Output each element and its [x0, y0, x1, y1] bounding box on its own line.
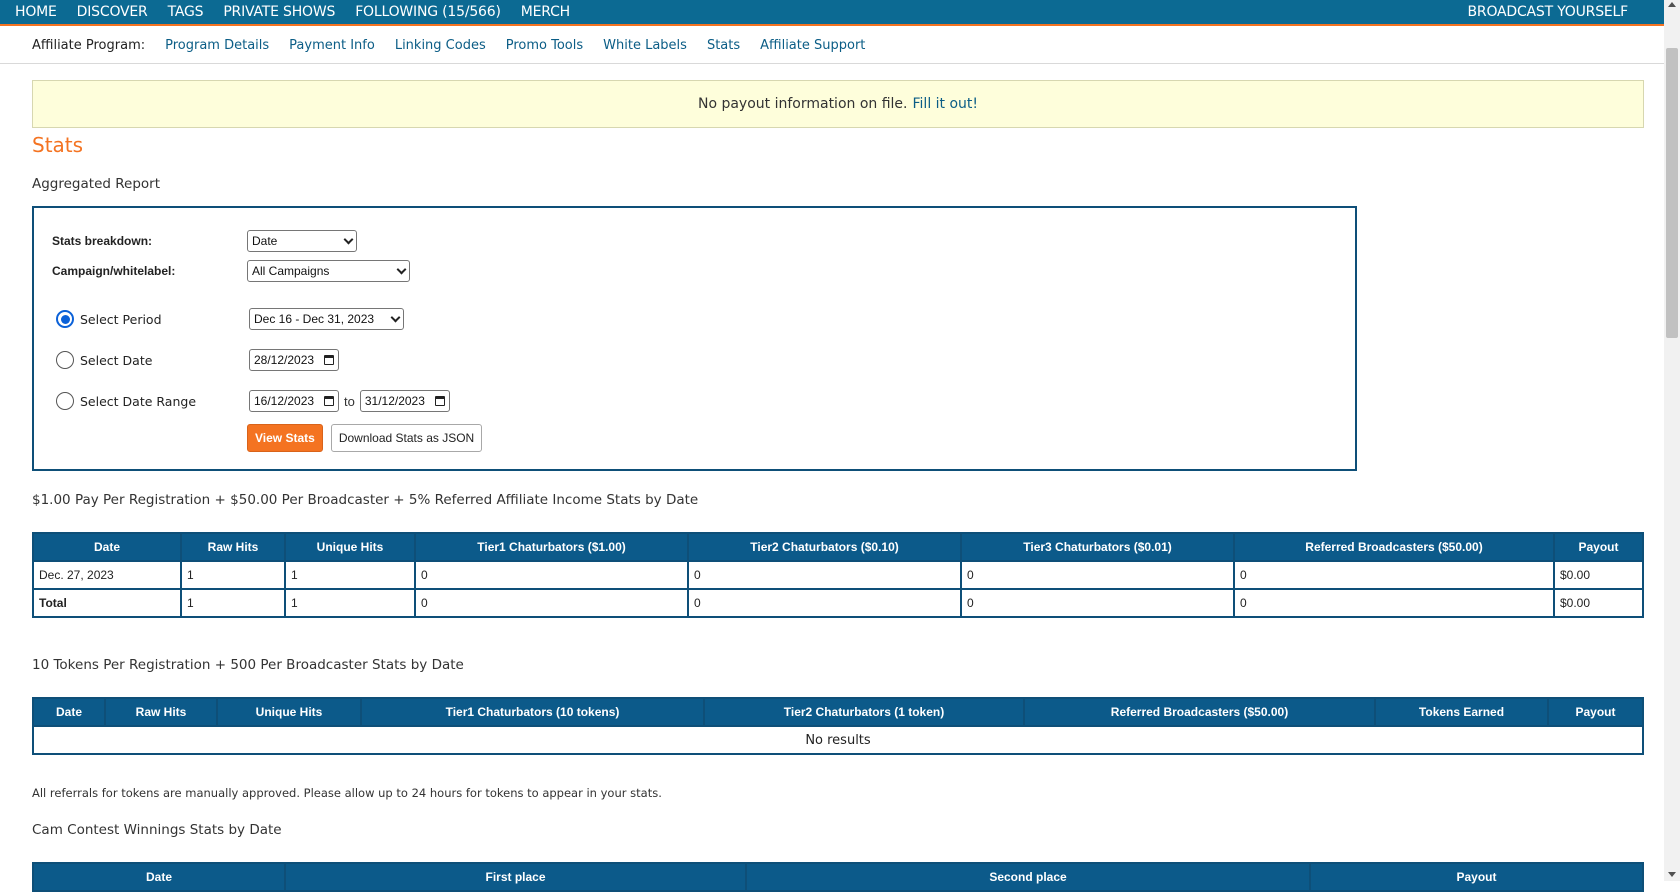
stats-breakdown-select[interactable]: Date: [247, 230, 357, 252]
broadcast-yourself-link[interactable]: BROADCAST YOURSELF: [1468, 4, 1629, 20]
page-title: Stats: [32, 133, 84, 157]
col-tier1[interactable]: Tier1 Chaturbators ($1.00): [414, 532, 689, 562]
cell-raw-hits: 1: [180, 560, 286, 590]
cell-tier1: 0: [414, 588, 689, 618]
col-raw-hits[interactable]: Raw Hits: [180, 532, 286, 562]
col-unique-hits[interactable]: Unique Hits: [216, 697, 362, 727]
date-input[interactable]: 28/12/2023: [249, 349, 339, 371]
subnav-program-details[interactable]: Program Details: [165, 38, 269, 53]
select-date-range-radio[interactable]: [56, 392, 74, 410]
cell-tier2: 0: [687, 560, 962, 590]
col-tokens-earned[interactable]: Tokens Earned: [1374, 697, 1549, 727]
campaign-label: Campaign/whitelabel:: [52, 264, 176, 278]
subnav-promo-tools[interactable]: Promo Tools: [506, 38, 583, 53]
nav-tags[interactable]: TAGS: [168, 4, 204, 20]
view-stats-button[interactable]: View Stats: [247, 424, 323, 452]
col-referred-broadcasters[interactable]: Referred Broadcasters ($50.00): [1233, 532, 1555, 562]
cell-tier1: 0: [414, 560, 689, 590]
token-approval-note: All referrals for tokens are manually ap…: [32, 786, 662, 800]
range-from-input[interactable]: 16/12/2023: [249, 390, 339, 412]
chevron-down-icon: [390, 312, 401, 322]
period-select[interactable]: Dec 16 - Dec 31, 2023: [249, 308, 404, 330]
registration-stats-table: Date Raw Hits Unique Hits Tier1 Chaturba…: [32, 532, 1644, 618]
top-nav: HOME DISCOVER TAGS PRIVATE SHOWS FOLLOWI…: [0, 0, 1664, 26]
range-to-input[interactable]: 31/12/2023: [359, 390, 450, 412]
notice-text: No payout information on file.: [697, 96, 908, 112]
calendar-icon[interactable]: [434, 396, 445, 406]
table-row: Dec. 27, 2023 1 1 0 0 0 0 $0.00: [32, 560, 1644, 590]
table1-title: $1.00 Pay Per Registration + $50.00 Per …: [32, 492, 699, 508]
stats-breakdown-label: Stats breakdown:: [52, 234, 153, 248]
col-date[interactable]: Date: [32, 532, 182, 562]
cell-tier3: 0: [960, 560, 1235, 590]
payout-notice: No payout information on file. Fill it o…: [32, 80, 1644, 128]
col-payout[interactable]: Payout: [1553, 532, 1644, 562]
aggregated-report-title: Aggregated Report: [32, 176, 160, 192]
cell-total-label: Total: [32, 588, 182, 618]
scroll-up-icon[interactable]: [1668, 2, 1676, 7]
cell-payout: $0.00: [1553, 588, 1644, 618]
col-tier2[interactable]: Tier2 Chaturbators ($0.10): [687, 532, 962, 562]
nav-home[interactable]: HOME: [15, 4, 57, 20]
cell-tier2: 0: [687, 588, 962, 618]
col-tier2[interactable]: Tier2 Chaturbators (1 token): [703, 697, 1025, 727]
calendar-icon[interactable]: [324, 355, 334, 365]
select-date-radio[interactable]: [56, 351, 74, 369]
table-row-total: Total 1 1 0 0 0 0 $0.00: [32, 588, 1644, 618]
campaign-select[interactable]: All Campaigns: [247, 260, 410, 282]
scrollbar-thumb[interactable]: [1666, 48, 1678, 338]
col-tier1[interactable]: Tier1 Chaturbators (10 tokens): [360, 697, 705, 727]
download-json-button[interactable]: Download Stats as JSON: [330, 424, 483, 452]
fill-it-out-link[interactable]: Fill it out!: [913, 96, 979, 112]
col-raw-hits[interactable]: Raw Hits: [104, 697, 218, 727]
cell-unique-hits: 1: [284, 588, 416, 618]
report-form-panel: Stats breakdown: Date Campaign/whitelabe…: [32, 206, 1357, 471]
table-row: No results: [32, 725, 1644, 755]
subnav-affiliate-support[interactable]: Affiliate Support: [760, 38, 865, 53]
page-scrollbar[interactable]: [1664, 0, 1680, 881]
col-referred-broadcasters[interactable]: Referred Broadcasters ($50.00): [1023, 697, 1376, 727]
calendar-icon[interactable]: [324, 396, 334, 406]
cell-raw-hits: 1: [180, 588, 286, 618]
nav-following[interactable]: FOLLOWING (15/566): [355, 4, 501, 20]
subnav-payment-info[interactable]: Payment Info: [289, 38, 375, 53]
subnav-linking-codes[interactable]: Linking Codes: [395, 38, 486, 53]
subnav-stats[interactable]: Stats: [707, 38, 740, 53]
cell-tier3: 0: [960, 588, 1235, 618]
nav-private-shows[interactable]: PRIVATE SHOWS: [223, 4, 335, 20]
select-period-radio[interactable]: [56, 310, 74, 328]
no-results-cell: No results: [32, 725, 1644, 755]
nav-merch[interactable]: MERCH: [521, 4, 570, 20]
select-period-label: Select Period: [80, 311, 162, 327]
col-date[interactable]: Date: [32, 697, 106, 727]
select-date-range-label: Select Date Range: [80, 393, 197, 409]
scroll-down-icon[interactable]: [1668, 872, 1676, 877]
range-to-label: to: [344, 393, 355, 409]
cam-contest-table: Date First place Second place Payout: [32, 862, 1644, 892]
col-first-place[interactable]: First place: [284, 862, 747, 892]
affiliate-program-label: Affiliate Program:: [32, 38, 146, 53]
cell-date: Dec. 27, 2023: [32, 560, 182, 590]
col-tier3[interactable]: Tier3 Chaturbators ($0.01): [960, 532, 1235, 562]
col-second-place[interactable]: Second place: [745, 862, 1311, 892]
col-date[interactable]: Date: [32, 862, 286, 892]
cell-referred: 0: [1233, 588, 1555, 618]
cell-payout: $0.00: [1553, 560, 1644, 590]
token-stats-table: Date Raw Hits Unique Hits Tier1 Chaturba…: [32, 697, 1644, 755]
subnav-white-labels[interactable]: White Labels: [603, 38, 687, 53]
cell-unique-hits: 1: [284, 560, 416, 590]
nav-discover[interactable]: DISCOVER: [77, 4, 148, 20]
col-payout[interactable]: Payout: [1547, 697, 1644, 727]
chevron-down-icon: [396, 264, 407, 274]
select-date-label: Select Date: [80, 352, 153, 368]
table2-title: 10 Tokens Per Registration + 500 Per Bro…: [32, 657, 464, 673]
col-unique-hits[interactable]: Unique Hits: [284, 532, 416, 562]
affiliate-subnav: Affiliate Program: Program Details Payme…: [0, 28, 1664, 64]
chevron-down-icon: [343, 234, 354, 244]
cell-referred: 0: [1233, 560, 1555, 590]
table3-title: Cam Contest Winnings Stats by Date: [32, 822, 282, 838]
col-payout[interactable]: Payout: [1309, 862, 1644, 892]
